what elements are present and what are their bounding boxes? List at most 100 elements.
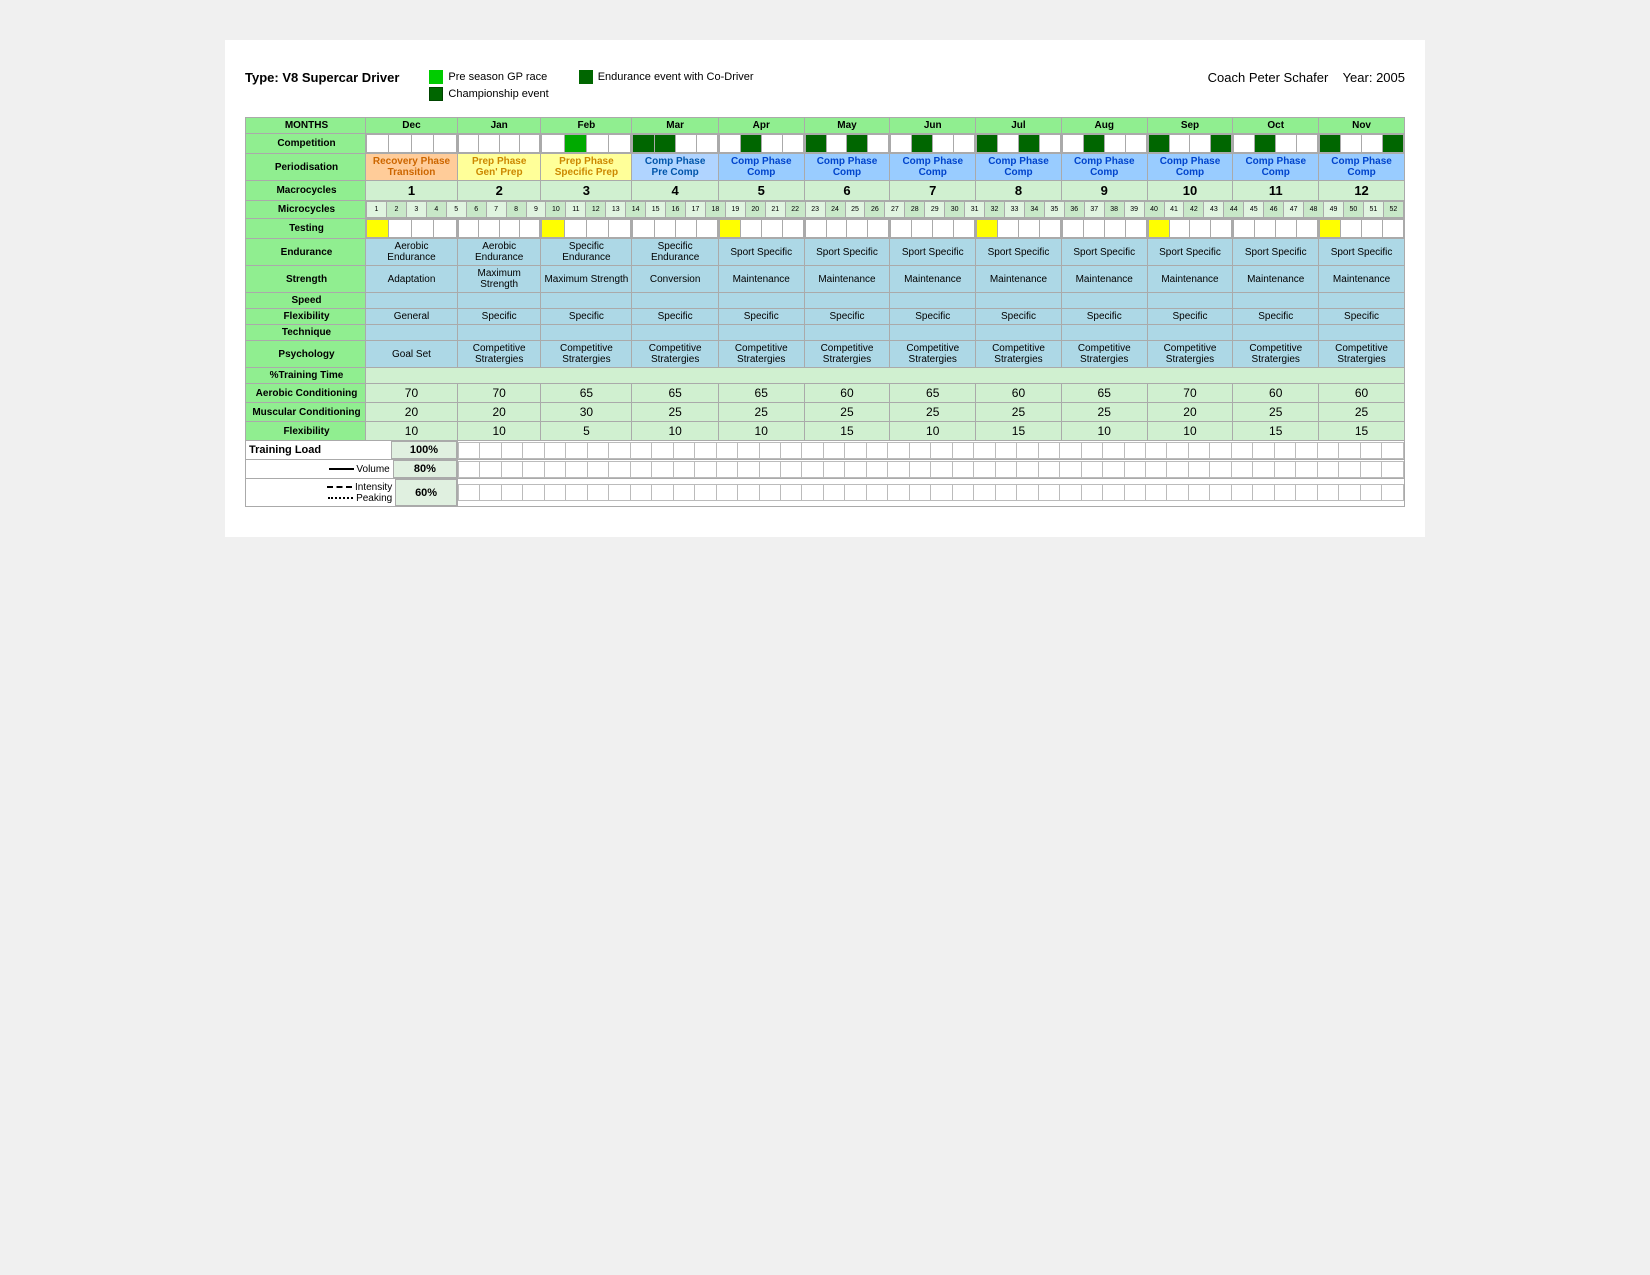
load-cell-38 [1274,485,1295,501]
macro-3: 3 [541,181,632,201]
tech-jun [890,325,976,341]
load-cell-21 [909,442,930,458]
load-cell-25 [995,485,1016,501]
load-cell-37 [1253,442,1274,458]
flex-sep: Specific [1147,309,1233,325]
tech-oct [1233,325,1319,341]
load-cell-30 [1103,442,1124,458]
psych-dec: Goal Set [366,341,458,368]
strength-oct: Maintenance [1233,266,1319,293]
load-cell-23 [952,442,973,458]
load-cell-25 [995,461,1016,477]
load-cell-43 [1382,485,1404,501]
comp-dec [366,134,458,154]
strength-feb: Maximum Strength [541,266,632,293]
load-cell-2 [501,442,522,458]
test-sep [1147,219,1233,239]
macro-11: 11 [1233,181,1319,201]
micro-cell-8: 8 [506,202,526,218]
load-cell-5 [566,461,587,477]
month-feb: Feb [541,118,632,134]
load-cell-27 [1038,442,1059,458]
load-cell-7 [609,485,630,501]
strength-row: Strength Adaptation Maximum Strength Max… [246,266,1405,293]
speed-dec [366,293,458,309]
muscular-dec: 20 [366,403,458,422]
load-cell-9 [652,442,673,458]
micro-cell-3: 3 [406,202,426,218]
technique-label: Technique [246,325,366,341]
micro-cell-9: 9 [526,202,546,218]
load-cell-33 [1167,485,1188,501]
month-aug: Aug [1061,118,1147,134]
period-mar: Comp Phase Pre Comp [632,154,718,181]
micro-cell-12: 12 [586,202,606,218]
flexpct-apr: 10 [718,422,804,441]
period-dec: Recovery Phase Transition [366,154,458,181]
endurance-oct: Sport Specific [1233,239,1319,266]
load-cell-26 [1017,442,1038,458]
load-cell-13 [738,461,759,477]
strength-label: Strength [246,266,366,293]
micro-cell-46: 46 [1264,202,1284,218]
period-jun: Comp Phase Comp [890,154,976,181]
load-cell-35 [1210,485,1231,501]
strength-dec: Adaptation [366,266,458,293]
load-cell-41 [1339,461,1360,477]
load-cell-14 [759,485,780,501]
test-may [804,219,890,239]
load-cell-40 [1317,461,1338,477]
load-cell-17 [823,442,844,458]
psych-mar: Competitive Stratergies [632,341,718,368]
flexibility-pct-label: Flexibility [246,422,366,441]
microcycles-row: Microcycles 1234567891011121314151617181… [246,201,1405,219]
psych-feb: Competitive Stratergies [541,341,632,368]
micro-cell-14: 14 [626,202,646,218]
load-cell-23 [952,461,973,477]
psych-nov: Competitive Stratergies [1319,341,1405,368]
psych-apr: Competitive Stratergies [718,341,804,368]
microcycles-cells: 1234567891011121314151617181920212223242… [366,201,1405,219]
macro-8: 8 [976,181,1062,201]
load-cell-22 [931,442,952,458]
micro-cell-19: 19 [725,202,745,218]
load-cell-28 [1060,485,1081,501]
micro-cell-50: 50 [1343,202,1363,218]
load-cell-15 [781,442,802,458]
macro-12: 12 [1319,181,1405,201]
endurance-jun: Sport Specific [890,239,976,266]
macro-10: 10 [1147,181,1233,201]
comp-sep [1147,134,1233,154]
load-cell-39 [1296,442,1317,458]
load-cell-15 [781,485,802,501]
load-cell-3 [523,461,544,477]
endurance-nov: Sport Specific [1319,239,1405,266]
endurance-jul: Sport Specific [976,239,1062,266]
test-oct [1233,219,1319,239]
aerobic-mar: 65 [632,384,718,403]
micro-cell-26: 26 [865,202,885,218]
flexpct-may: 15 [804,422,890,441]
endurance-apr: Sport Specific [718,239,804,266]
test-jul [976,219,1062,239]
load-cell-38 [1274,442,1295,458]
load-cell-19 [866,442,887,458]
period-sep: Comp Phase Comp [1147,154,1233,181]
speed-apr [718,293,804,309]
macrocycles-row: Macrocycles 1 2 3 4 5 6 7 8 9 10 11 12 [246,181,1405,201]
flex-jun: Specific [890,309,976,325]
legend-section: Pre season GP race Championship event [429,70,548,101]
tech-may [804,325,890,341]
load-cell-25 [995,442,1016,458]
load-cell-37 [1253,461,1274,477]
micro-cell-16: 16 [666,202,686,218]
periodisation-row: Periodisation Recovery Phase Transition … [246,154,1405,181]
load-cell-28 [1060,461,1081,477]
comp-oct [1233,134,1319,154]
load-cell-29 [1081,461,1102,477]
load-cell-33 [1167,442,1188,458]
training-load-60-row: Intensity Peaking 60% [246,479,1405,507]
load-cell-19 [866,461,887,477]
load-cell-3 [523,485,544,501]
psych-aug: Competitive Stratergies [1061,341,1147,368]
